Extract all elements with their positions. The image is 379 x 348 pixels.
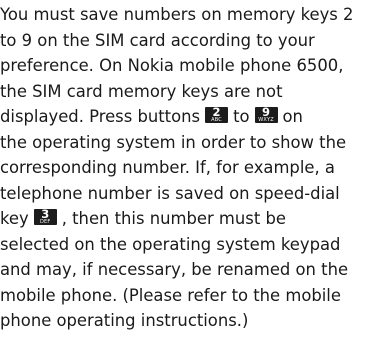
text-fragment: on <box>282 107 303 126</box>
keypad-key-9-icon: 9 WXYZ <box>254 106 278 123</box>
text-line: You must save numbers on memory keys 2 <box>0 5 354 24</box>
keypad-key-2-icon: 2 ABC <box>205 106 229 123</box>
keypad-key-3-icon: 3 DEF <box>33 208 57 225</box>
text-line: phone operating instructions.) <box>0 311 249 330</box>
text-line: mobile phone. (Please refer to the mobil… <box>0 285 341 305</box>
text-line: telephone number is saved on speed-dial <box>0 183 340 203</box>
key-letters: DEF <box>39 219 51 225</box>
text-line-with-key: key 3 DEF, then this number must be <box>0 206 379 232</box>
instruction-paragraph: You must save numbers on memory keys 2 t… <box>0 2 379 334</box>
key-letters: WXYZ <box>258 117 274 123</box>
text-line: selected on the operating system keypad <box>0 234 341 254</box>
text-fragment: , then this number must be <box>61 209 286 228</box>
text-fragment: key <box>0 209 29 228</box>
text-line: the SIM card memory keys are not <box>0 81 283 101</box>
text-line: to 9 on the SIM card according to your <box>0 30 315 50</box>
text-line-with-keys: displayed. Press buttons 2 ABC to 9 WXYZ on <box>0 104 379 130</box>
text-line: preference. On Nokia mobile phone 6500, <box>0 56 344 75</box>
text-fragment: to <box>233 107 250 126</box>
text-line: the operating system in order to show th… <box>0 132 347 152</box>
text-fragment: displayed. Press buttons <box>0 107 201 126</box>
text-line: and may, if necessary, be renamed on the <box>0 260 349 279</box>
key-letters: ABC <box>211 117 222 123</box>
text-line: corresponding number. If, for example, a <box>0 158 335 177</box>
